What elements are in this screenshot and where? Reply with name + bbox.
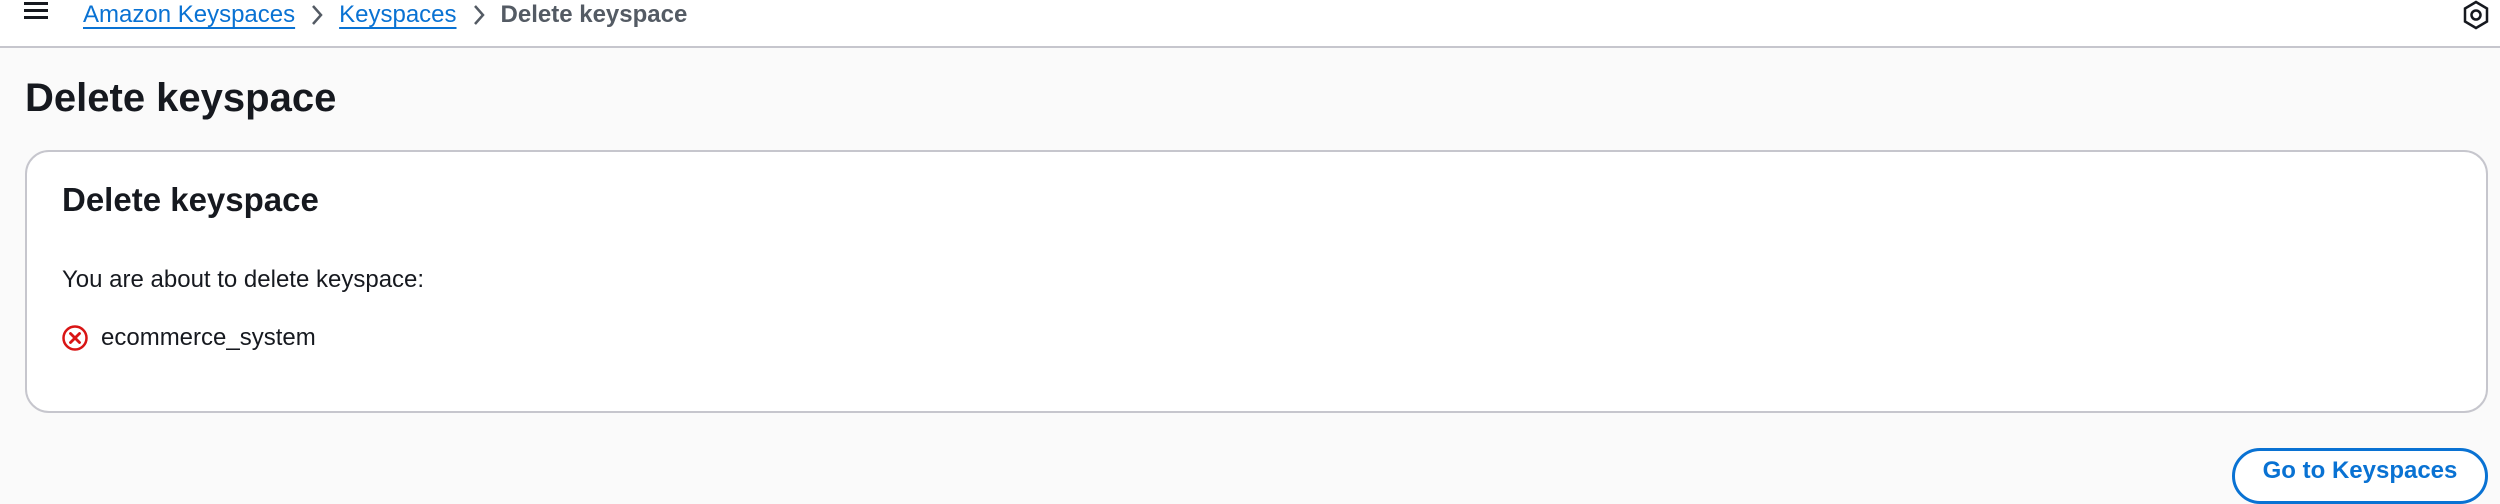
breadcrumb-current-page: Delete keyspace [500,1,688,28]
card-title: Delete keyspace [62,181,319,218]
error-x-circle-icon [61,324,89,352]
breadcrumb: Amazon Keyspaces Keyspaces Delete keyspa… [83,0,687,30]
breadcrumb-link-amazon-keyspaces[interactable]: Amazon Keyspaces [83,1,295,29]
settings-hexagon-icon[interactable] [2462,0,2490,30]
delete-keyspace-card: Delete keyspace You are about to delete … [25,150,2488,413]
breadcrumb-link-keyspaces[interactable]: Keyspaces [339,1,456,29]
chevron-right-icon [457,0,501,30]
hamburger-menu-icon[interactable] [22,0,52,30]
page-title: Delete keyspace [25,76,337,120]
keyspace-name: ecommerce_system [101,324,316,351]
go-to-keyspaces-button[interactable]: Go to Keyspaces [2232,448,2488,504]
delete-message: You are about to delete keyspace: [62,266,425,293]
chevron-right-icon [295,0,339,30]
top-navigation-bar: Amazon Keyspaces Keyspaces Delete keyspa… [0,0,2500,48]
keyspace-list-item: ecommerce_system [61,320,316,356]
